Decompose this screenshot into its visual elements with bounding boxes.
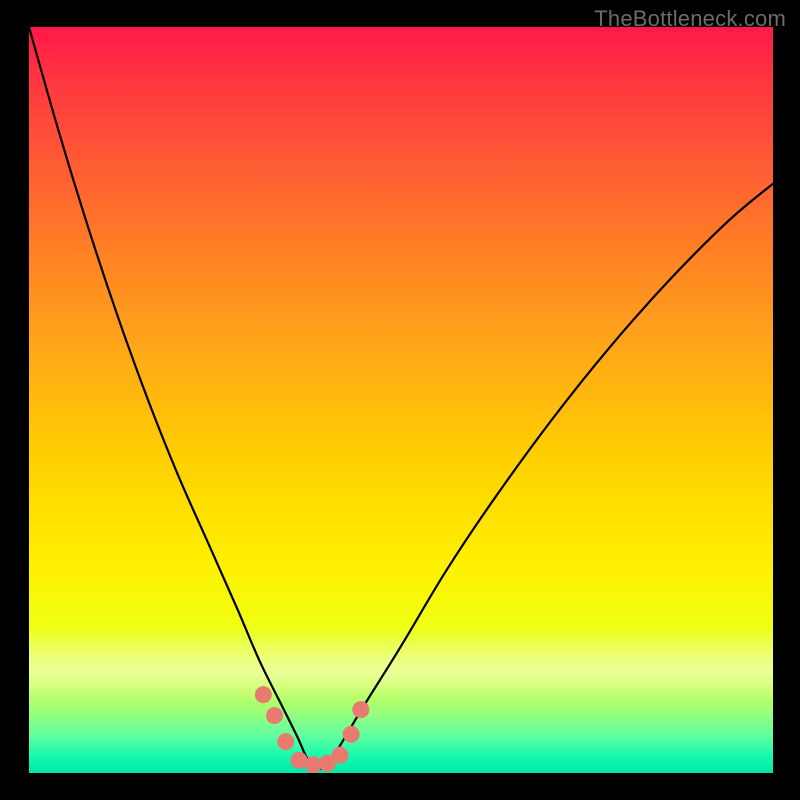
marker-dot <box>266 707 283 724</box>
chart-container: TheBottleneck.com <box>0 0 800 800</box>
marker-group <box>255 686 369 773</box>
marker-dot <box>255 686 272 703</box>
curve-layer <box>29 27 773 773</box>
plot-area <box>29 27 773 773</box>
marker-dot <box>277 733 294 750</box>
marker-dot <box>331 747 348 764</box>
marker-dot <box>343 726 360 743</box>
marker-dot <box>352 701 369 718</box>
bottleneck-curve <box>29 27 773 769</box>
